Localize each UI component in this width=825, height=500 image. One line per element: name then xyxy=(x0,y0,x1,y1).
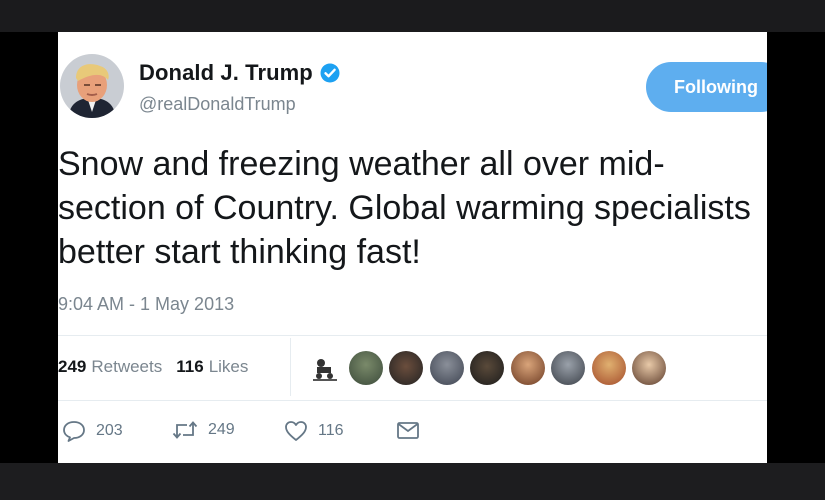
envelope-icon xyxy=(396,420,420,440)
top-black-bar xyxy=(0,0,825,32)
reply-count: 203 xyxy=(96,422,123,439)
retweet-count: 249 xyxy=(208,421,235,438)
like-count: 116 xyxy=(318,422,344,439)
liker-avatar[interactable] xyxy=(429,351,464,385)
verified-badge-icon xyxy=(320,63,340,83)
liker-avatar[interactable] xyxy=(551,351,585,385)
retweets-count: 249 xyxy=(58,357,87,376)
liker-avatars xyxy=(308,351,673,385)
retweets-label: Retweets xyxy=(91,357,163,376)
left-black-bar xyxy=(0,32,58,463)
tweet-timestamp[interactable]: 9:04 AM - 1 May 2013 xyxy=(58,294,234,315)
stats-separator xyxy=(290,338,291,396)
profile-avatar[interactable] xyxy=(60,54,124,118)
direct-message-button[interactable] xyxy=(396,420,420,440)
display-name[interactable]: Donald J. Trump xyxy=(139,60,313,86)
liker-avatar[interactable] xyxy=(389,351,423,385)
retweet-button[interactable]: 249 xyxy=(172,420,235,440)
like-button[interactable]: 116 xyxy=(284,420,344,442)
likes-stat[interactable]: 116 Likes xyxy=(176,357,248,377)
engagement-stats: 249 Retweets 116 Likes xyxy=(58,357,262,377)
retweets-stat[interactable]: 249 Retweets xyxy=(58,357,162,377)
heart-icon xyxy=(284,420,308,442)
likes-label: Likes xyxy=(208,357,249,376)
reply-icon xyxy=(62,420,86,442)
bottom-black-bar xyxy=(0,463,825,500)
liker-avatar[interactable] xyxy=(470,351,504,385)
reply-button[interactable]: 203 xyxy=(62,420,123,442)
divider xyxy=(58,400,767,401)
liker-avatar[interactable] xyxy=(510,351,545,385)
user-handle[interactable]: @realDonaldTrump xyxy=(139,94,296,115)
liker-avatar[interactable] xyxy=(591,351,626,385)
following-button[interactable]: Following xyxy=(646,62,767,112)
likes-count: 116 xyxy=(176,357,204,376)
liker-avatar[interactable] xyxy=(348,351,383,385)
divider xyxy=(58,335,767,336)
tweet-card: Donald J. Trump @realDonaldTrump Followi… xyxy=(58,32,767,463)
retweet-icon xyxy=(172,420,198,440)
liker-avatar[interactable] xyxy=(632,351,666,385)
right-black-bar xyxy=(767,32,825,463)
tweet-text: Snow and freezing weather all over mid-s… xyxy=(58,145,751,271)
liker-avatar[interactable] xyxy=(308,351,342,385)
